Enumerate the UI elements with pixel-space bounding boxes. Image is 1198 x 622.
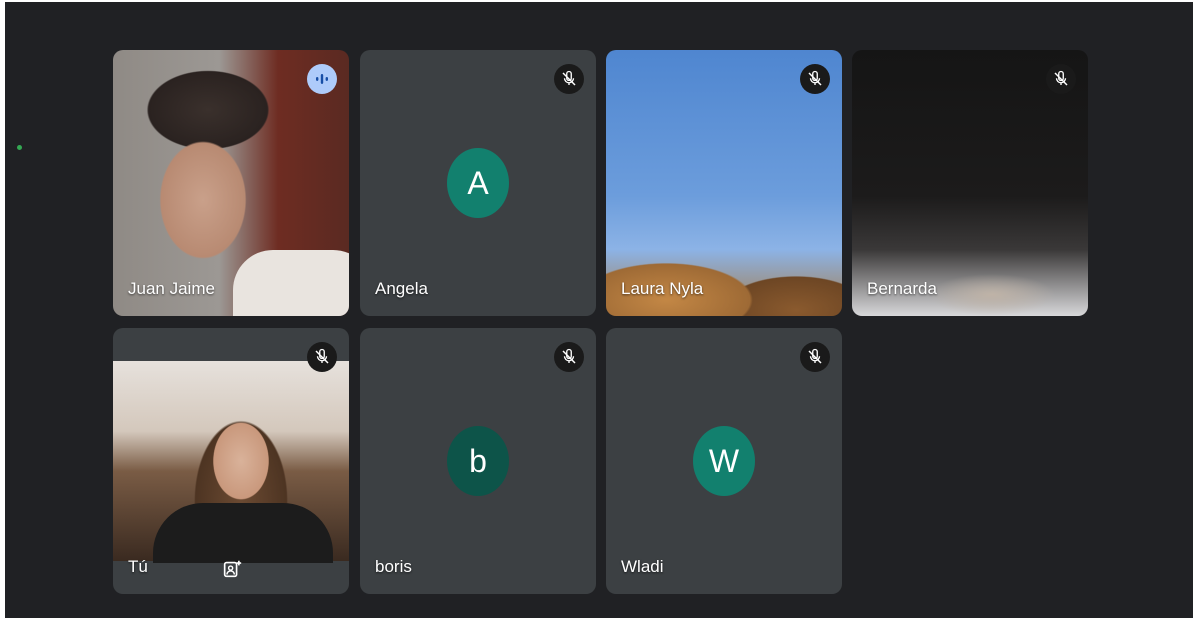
self-video-body [153, 503, 333, 563]
online-status-dot [17, 145, 22, 150]
participant-name: Wladi [621, 557, 664, 576]
participant-name: Juan Jaime [128, 279, 215, 298]
avatar: A [447, 148, 509, 218]
participant-name: Laura Nyla [621, 279, 704, 298]
participant-tile-self[interactable]: Tú [113, 328, 349, 594]
mic-off-icon [1046, 64, 1076, 94]
person-frame-icon[interactable] [219, 556, 245, 582]
participant-name: Angela [375, 279, 428, 298]
participant-tile-angela[interactable]: A Angela [360, 50, 596, 316]
participant-name: boris [375, 557, 412, 576]
avatar: b [447, 426, 509, 496]
participant-tile-boris[interactable]: b boris [360, 328, 596, 594]
audio-level-icon [307, 64, 337, 94]
mic-off-icon [800, 342, 830, 372]
participant-name: Tú [128, 557, 148, 576]
participant-tile-wladi[interactable]: W Wladi [606, 328, 842, 594]
avatar: W [693, 426, 755, 496]
participant-tile-bernarda[interactable]: Bernarda [852, 50, 1088, 316]
participant-name: Bernarda [867, 279, 937, 298]
mic-off-icon [554, 64, 584, 94]
participant-tile-laura-nyla[interactable]: Laura Nyla [606, 50, 842, 316]
mic-off-icon [554, 342, 584, 372]
mic-off-icon [800, 64, 830, 94]
participant-tile-juan-jaime[interactable]: Juan Jaime [113, 50, 349, 316]
meeting-stage: Juan Jaime A Angela Laura Nyla Bernarda … [5, 2, 1193, 618]
mic-off-icon [307, 342, 337, 372]
